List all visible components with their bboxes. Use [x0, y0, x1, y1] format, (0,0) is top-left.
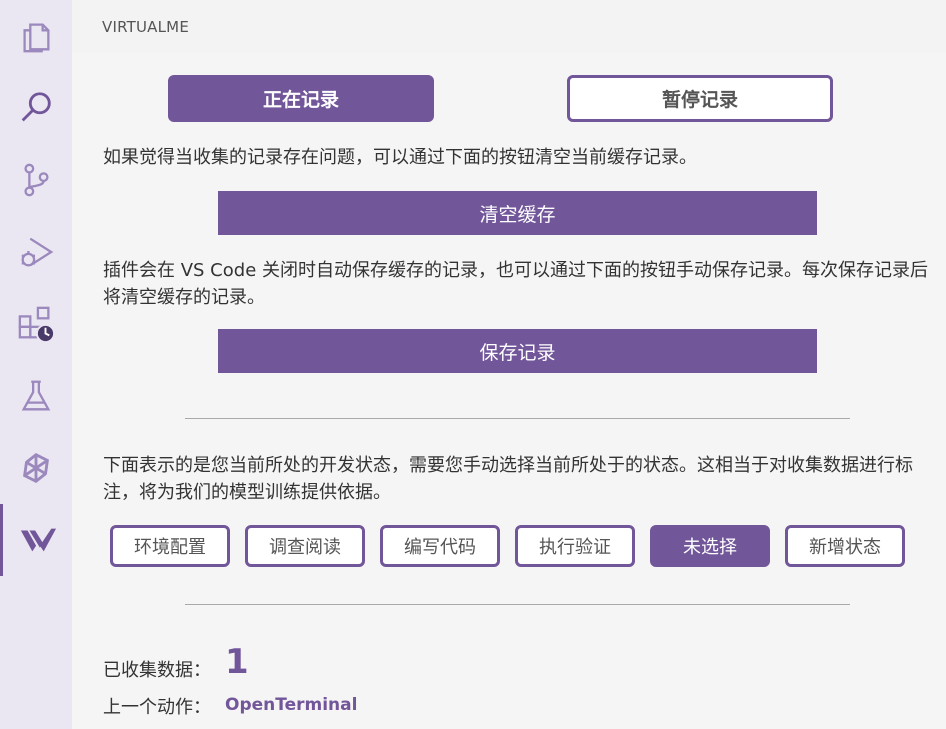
virtualme-icon[interactable] [0, 504, 72, 576]
search-icon[interactable] [0, 72, 72, 144]
pause-recording-button[interactable]: 暂停记录 [567, 75, 833, 122]
source-control-icon[interactable] [0, 144, 72, 216]
clear-cache-button[interactable]: 清空缓存 [218, 191, 817, 235]
collected-data-label: 已收集数据： [103, 660, 211, 681]
state-description: 下面表示的是您当前所处的开发状态，需要您手动选择当前所处于的状态。这相当于对收集… [103, 455, 913, 503]
state-option-investigate-read[interactable]: 调查阅读 [245, 525, 365, 567]
panel-header [72, 0, 946, 52]
state-option-unselected[interactable]: 未选择 [650, 525, 770, 567]
save-records-button[interactable]: 保存记录 [218, 329, 817, 373]
testing-icon[interactable] [0, 360, 72, 432]
recording-button[interactable]: 正在记录 [168, 75, 434, 122]
collected-data-count: 1 [225, 642, 249, 682]
last-action-label: 上一个动作： [103, 697, 211, 718]
last-action-value: OpenTerminal [225, 695, 358, 715]
state-option-write-code[interactable]: 编写代码 [380, 525, 500, 567]
activity-bar [0, 0, 72, 729]
clear-description: 如果觉得当收集的记录存在问题，可以通过下面的按钮清空当前缓存记录。 [103, 147, 697, 168]
state-option-execute-verify[interactable]: 执行验证 [515, 525, 635, 567]
explorer-icon[interactable] [0, 0, 72, 72]
divider [185, 604, 850, 605]
extensions-icon[interactable] [0, 288, 72, 360]
state-option-env-config[interactable]: 环境配置 [110, 525, 230, 567]
run-debug-icon[interactable] [0, 216, 72, 288]
panel-title: VIRTUALME [102, 18, 189, 36]
add-state-button[interactable]: 新增状态 [785, 525, 905, 567]
divider [185, 418, 850, 419]
remote-icon[interactable] [0, 432, 72, 504]
save-description: 插件会在 VS Code 关闭时自动保存缓存的记录，也可以通过下面的按钮手动保存… [103, 260, 928, 308]
